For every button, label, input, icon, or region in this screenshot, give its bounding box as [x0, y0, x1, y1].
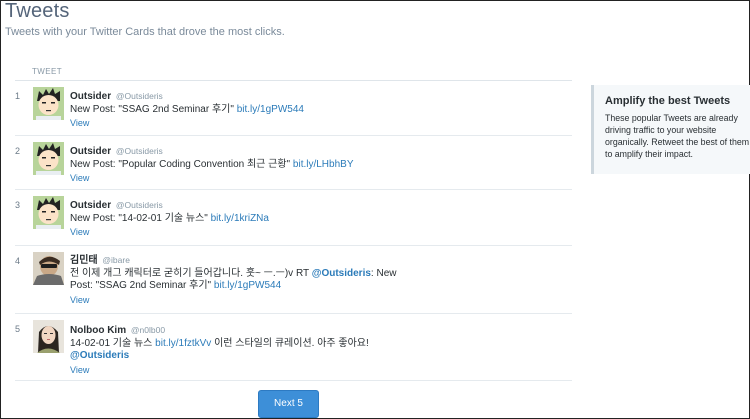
- mention-link[interactable]: @Outsideris: [312, 268, 371, 279]
- row-number: 2: [15, 146, 21, 156]
- view-link[interactable]: View: [70, 226, 400, 239]
- tweet-row: 4 김민태 @ibare 전 이제 개그 캐릭터로 굳히기 들어갑니다. 훗~ …: [15, 246, 572, 314]
- avatar[interactable]: [33, 87, 64, 120]
- row-number: 5: [15, 324, 21, 334]
- tweet-link[interactable]: bit.ly/1fztkVv: [155, 338, 211, 349]
- tweet-link[interactable]: bit.ly/1gPW544: [214, 280, 281, 291]
- tweet-row: 3 Outsider @Outsideris New Post: "14-02-…: [15, 190, 572, 246]
- tweet-text: New Post: "SSAG 2nd Seminar 후기": [70, 103, 234, 115]
- cartoon-face-icon: [33, 142, 64, 175]
- author-name[interactable]: Outsider: [70, 91, 111, 102]
- view-link[interactable]: View: [70, 172, 400, 185]
- tweet-content: Outsider @Outsideris New Post: "Popular …: [70, 145, 400, 185]
- author-handle[interactable]: @Outsideris: [116, 200, 163, 210]
- portrait-avatar-icon: [33, 320, 64, 353]
- author-name[interactable]: Outsider: [70, 200, 111, 211]
- view-link[interactable]: View: [70, 294, 400, 307]
- tweet-row: 2 Outsider @Outsideris New Post: "Popula…: [15, 136, 572, 190]
- page-frame: Tweets Tweets with your Twitter Cards th…: [0, 0, 750, 419]
- author-handle[interactable]: @n0lb00: [131, 325, 165, 335]
- tweet-content: Nolboo Kim @n0lb00 14-02-01 기술 뉴스 bit.ly…: [70, 324, 400, 376]
- cartoon-face-icon: [33, 87, 64, 120]
- tweet-text: 14-02-01 기술 뉴스: [70, 337, 153, 349]
- row-number: 4: [15, 256, 21, 266]
- tweet-link[interactable]: bit.ly/1gPW544: [237, 104, 304, 115]
- tweet-row: 1 Outsider @Outsideris New Post: "SSAG 2…: [15, 81, 572, 136]
- tweet-text: 전 이제 개그 캐릭터로 굳히기 들어갑니다. 훗~ ㅡ.ㅡ)v RT: [70, 267, 309, 279]
- view-link[interactable]: View: [70, 364, 400, 377]
- author-name[interactable]: 김민태: [70, 255, 98, 266]
- row-number: 1: [15, 91, 21, 101]
- tweet-content: Outsider @Outsideris New Post: "SSAG 2nd…: [70, 90, 400, 130]
- tweet-content: Outsider @Outsideris New Post: "14-02-01…: [70, 199, 400, 239]
- mention-link[interactable]: @Outsideris: [70, 350, 129, 361]
- next-page-button[interactable]: Next 5: [258, 390, 319, 418]
- tweet-content: 김민태 @ibare 전 이제 개그 캐릭터로 굳히기 들어갑니다. 훗~ ㅡ.…: [70, 254, 400, 306]
- column-header-tweet: TWEET: [32, 67, 62, 76]
- avatar[interactable]: [33, 320, 64, 353]
- view-link[interactable]: View: [70, 117, 400, 130]
- tweet-text-continued: 이런 스타일의 큐레이션. 아주 좋아요!: [214, 337, 369, 349]
- amplify-panel: Amplify the best Tweets These popular Tw…: [591, 85, 750, 174]
- tweet-link[interactable]: bit.ly/LHbhBY: [293, 159, 354, 170]
- tweet-row: 5 Nolboo Kim @n0lb00 14-02-01 기술 뉴스 bit.…: [15, 314, 572, 381]
- page-subtitle: Tweets with your Twitter Cards that drov…: [5, 26, 285, 38]
- page-title: Tweets: [5, 0, 70, 22]
- amplify-description: These popular Tweets are already driving…: [605, 113, 750, 159]
- author-handle[interactable]: @Outsideris: [116, 146, 163, 156]
- tweet-link[interactable]: bit.ly/1kriZNa: [211, 213, 269, 224]
- author-handle[interactable]: @ibare: [102, 255, 130, 265]
- cartoon-face-icon: [33, 196, 64, 229]
- author-name[interactable]: Outsider: [70, 146, 111, 157]
- author-name[interactable]: Nolboo Kim: [70, 325, 126, 336]
- row-number: 3: [15, 200, 21, 210]
- photo-avatar-icon: [33, 252, 64, 285]
- tweet-list: 1 Outsider @Outsideris New Post: "SSAG 2…: [15, 81, 572, 381]
- amplify-title: Amplify the best Tweets: [605, 95, 731, 107]
- tweet-text: New Post: "Popular Coding Convention 최근 …: [70, 158, 291, 170]
- author-handle[interactable]: @Outsideris: [116, 91, 163, 101]
- avatar[interactable]: [33, 196, 64, 229]
- avatar[interactable]: [33, 142, 64, 175]
- tweet-text: New Post: "14-02-01 기술 뉴스": [70, 212, 208, 224]
- avatar[interactable]: [33, 252, 64, 285]
